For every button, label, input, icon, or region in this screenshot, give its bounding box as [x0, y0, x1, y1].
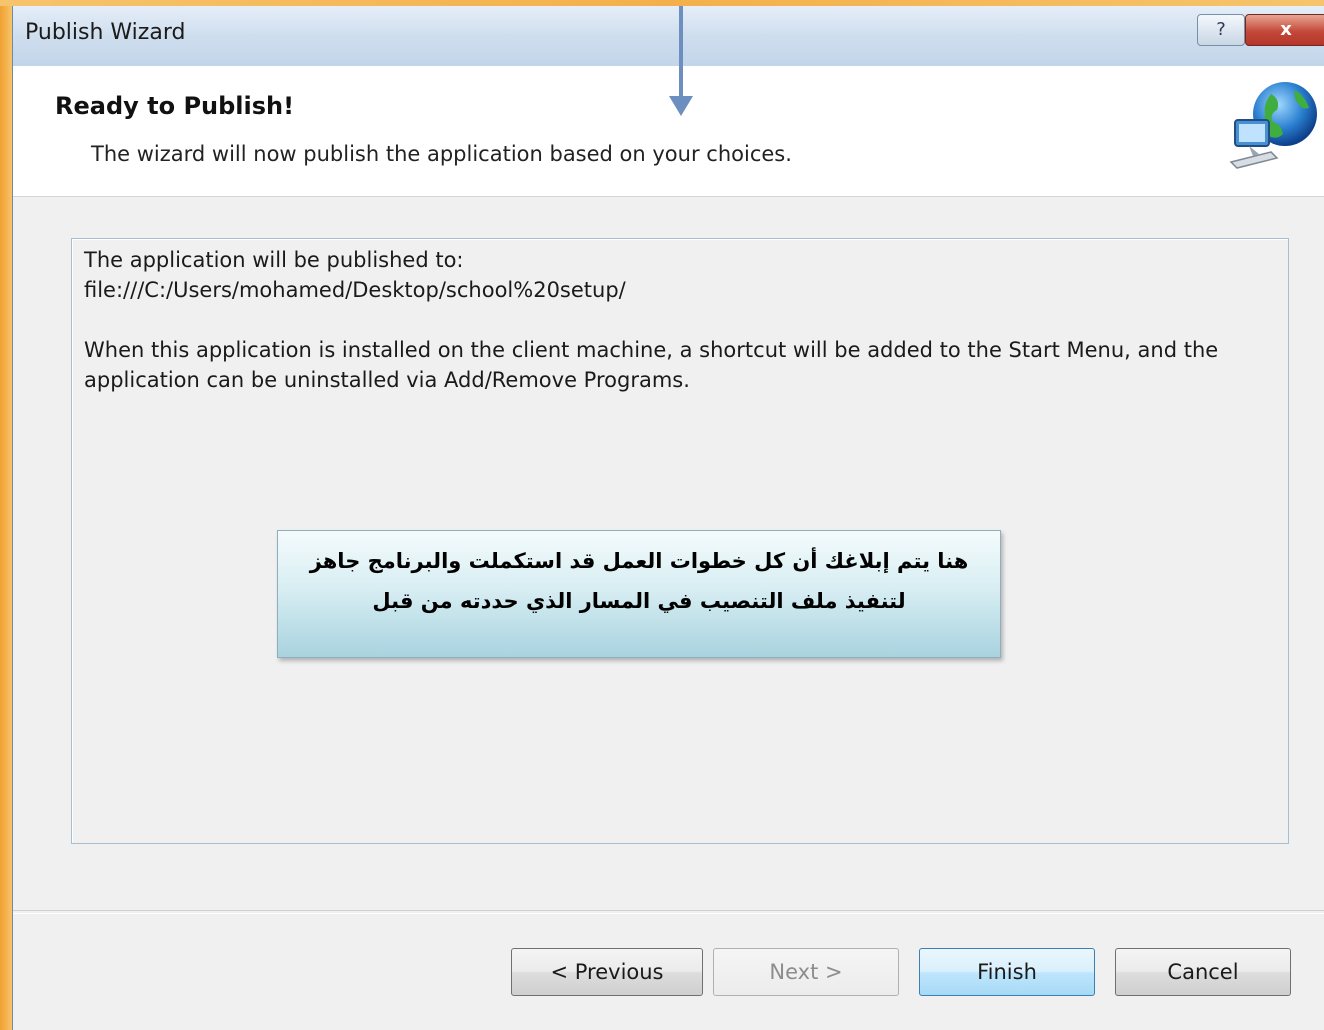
annotation-arrow-line — [679, 6, 683, 98]
network-globe-icon — [1229, 82, 1317, 169]
publish-location-path: file:///C:/Users/mohamed/Desktop/school%… — [84, 278, 626, 302]
cancel-button[interactable]: Cancel — [1115, 948, 1291, 996]
publish-wizard-window: Publish Wizard ? x Ready to Publish! The… — [12, 6, 1324, 1030]
publish-location-label: The application will be published to: — [84, 248, 464, 272]
wizard-header: Ready to Publish! The wizard will now pu… — [13, 66, 1324, 197]
annotation-callout: هنا يتم إبلاغك أن كل خطوات العمل قد استك… — [277, 530, 1001, 658]
page-subtitle: The wizard will now publish the applicat… — [91, 142, 792, 166]
slide-frame-left — [0, 0, 12, 1030]
annotation-arrow-head — [669, 96, 693, 116]
help-button[interactable]: ? — [1197, 14, 1245, 46]
finish-button[interactable]: Finish — [919, 948, 1095, 996]
title-bar: Publish Wizard ? x — [13, 6, 1324, 66]
window-title: Publish Wizard — [25, 20, 186, 45]
callout-line-2: لتنفيذ ملف التنصيب في المسار الذي حددته … — [372, 589, 906, 613]
callout-line-1: هنا يتم إبلاغك أن كل خطوات العمل قد استك… — [309, 549, 969, 573]
next-button[interactable]: Next > — [713, 948, 899, 996]
footer-divider — [13, 910, 1324, 914]
page-title: Ready to Publish! — [55, 92, 295, 120]
close-button[interactable]: x — [1245, 14, 1324, 46]
install-info-line1: When this application is installed on th… — [84, 338, 1219, 362]
previous-button[interactable]: < Previous — [511, 948, 703, 996]
install-info-line2: application can be uninstalled via Add/R… — [84, 368, 690, 392]
